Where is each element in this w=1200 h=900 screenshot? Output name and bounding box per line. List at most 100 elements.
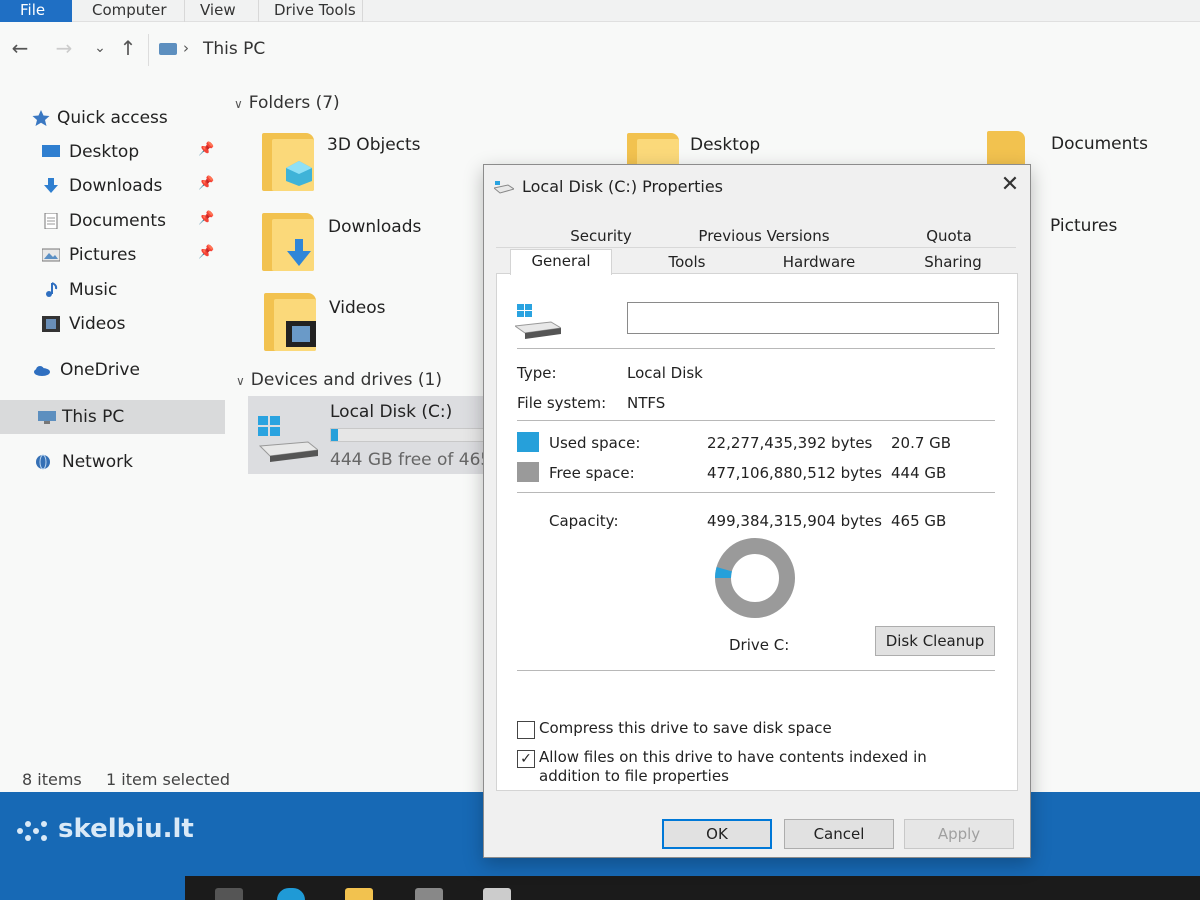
address-box[interactable]: › This PC (148, 34, 1200, 66)
separator (517, 492, 995, 493)
folder-downloads-icon[interactable] (262, 213, 314, 271)
ribbon-tabs: File Computer View Drive Tools (0, 0, 1200, 22)
tab-quota[interactable]: Quota (904, 225, 994, 249)
separator (517, 670, 995, 671)
nav-quick-access[interactable]: Quick access (0, 103, 225, 133)
file-system-label: File system: (517, 394, 607, 412)
dialog-title: Local Disk (C:) Properties (522, 177, 723, 196)
selection-count: 1 item selected (106, 770, 231, 789)
nav-label: Music (69, 280, 118, 300)
navigation-pane: Quick access Desktop 📌 Downloads 📌 Docum… (0, 95, 225, 485)
breadcrumb-this-pc[interactable]: This PC (203, 39, 265, 59)
nav-label: Downloads (69, 176, 163, 196)
compress-checkbox[interactable] (517, 721, 535, 739)
mail-icon[interactable] (483, 888, 511, 900)
pin-icon[interactable]: 📌 (198, 211, 214, 226)
up-arrow-icon[interactable]: ↑ (116, 36, 140, 60)
this-pc-icon (159, 43, 177, 55)
folder-label-3d-objects[interactable]: 3D Objects (327, 135, 421, 155)
tab-security[interactable]: Security (546, 225, 656, 249)
folder-label-documents[interactable]: Documents (1051, 134, 1148, 154)
devices-group-title: Devices and drives (1) (250, 370, 442, 390)
edge-browser-icon[interactable] (277, 888, 305, 900)
file-system-value: NTFS (627, 394, 666, 412)
volume-label-input[interactable] (627, 302, 999, 334)
nav-label: Network (62, 452, 133, 472)
this-pc-icon (38, 411, 56, 424)
donut-free-segment (715, 538, 795, 618)
tab-tools[interactable]: Tools (644, 251, 730, 275)
ribbon-tab-drive-tools[interactable]: Drive Tools (274, 0, 356, 22)
forward-arrow-icon[interactable]: → (52, 36, 76, 60)
free-space-swatch (517, 462, 539, 482)
used-space-bytes: 22,277,435,392 bytes (707, 434, 873, 452)
music-icon (46, 282, 58, 297)
disk-cleanup-button[interactable]: Disk Cleanup (875, 626, 995, 656)
sidebar-item-music[interactable]: Music (0, 275, 225, 305)
watermark-logo (17, 821, 47, 841)
compress-label[interactable]: Compress this drive to save disk space (539, 719, 989, 738)
sidebar-item-videos[interactable]: Videos (0, 309, 225, 339)
hard-drive-icon (515, 304, 561, 339)
status-bar: 8 items 1 item selected (0, 768, 490, 792)
devices-group-header[interactable]: ∨ Devices and drives (1) (236, 370, 442, 390)
sidebar-item-pictures[interactable]: Pictures 📌 (0, 240, 225, 270)
folder-label-downloads[interactable]: Downloads (328, 217, 421, 237)
general-tab-panel: Type: Local Disk File system: NTFS Used … (496, 273, 1018, 791)
film-strip-icon (286, 321, 316, 347)
tab-sharing[interactable]: Sharing (908, 251, 998, 275)
separator (517, 348, 995, 349)
drive-usage-fill (331, 429, 339, 441)
nav-label: Desktop (69, 142, 140, 162)
tab-previous-versions[interactable]: Previous Versions (694, 225, 834, 249)
folder-label-pictures[interactable]: Pictures (1050, 216, 1117, 236)
apply-button[interactable]: Apply (904, 819, 1014, 849)
type-value: Local Disk (627, 364, 703, 382)
pictures-icon (42, 248, 60, 262)
sidebar-item-onedrive[interactable]: OneDrive (0, 355, 225, 385)
watermark-text: skelbiu.lt (58, 814, 194, 844)
sidebar-item-network[interactable]: Network (0, 447, 225, 477)
cancel-button[interactable]: Cancel (784, 819, 894, 849)
index-label[interactable]: Allow files on this drive to have conten… (539, 748, 989, 786)
drive-tile-local-disk-c[interactable]: Local Disk (C:) 444 GB free of 465 G (248, 396, 510, 474)
taskbar (185, 876, 1200, 900)
properties-dialog: Local Disk (C:) Properties ✕ Security Pr… (483, 164, 1031, 858)
nav-label: OneDrive (60, 360, 140, 380)
ok-button[interactable]: OK (662, 819, 772, 849)
ribbon-tab-file[interactable]: File (0, 0, 72, 22)
ribbon-tab-view[interactable]: View (200, 0, 236, 22)
folder-3d-objects-icon[interactable] (262, 133, 314, 191)
sidebar-item-this-pc[interactable]: This PC (0, 400, 225, 434)
capacity-label: Capacity: (549, 512, 619, 530)
close-icon[interactable]: ✕ (994, 171, 1026, 201)
index-checkbox[interactable]: ✓ (517, 750, 535, 768)
pin-icon[interactable]: 📌 (198, 176, 214, 191)
downloads-icon (44, 178, 58, 193)
folders-group-header[interactable]: ∨ Folders (7) (234, 93, 340, 113)
sidebar-item-downloads[interactable]: Downloads 📌 (0, 171, 225, 201)
sidebar-item-desktop[interactable]: Desktop 📌 (0, 137, 225, 167)
folder-label-videos[interactable]: Videos (329, 298, 386, 318)
tab-general[interactable]: General (510, 249, 612, 275)
breadcrumb-chevron-icon[interactable]: › (183, 39, 189, 57)
drive-caption: Drive C: (729, 636, 790, 654)
pin-icon[interactable]: 📌 (198, 142, 214, 157)
task-view-icon[interactable] (215, 888, 243, 900)
store-icon[interactable] (415, 888, 443, 900)
used-space-swatch (517, 432, 539, 452)
sidebar-item-documents[interactable]: Documents 📌 (0, 206, 225, 236)
ribbon-tab-computer[interactable]: Computer (92, 0, 167, 22)
file-explorer-taskbar-icon[interactable] (345, 888, 373, 900)
used-space-gb: 20.7 GB (891, 434, 952, 452)
pin-icon[interactable]: 📌 (198, 245, 214, 260)
folder-videos-icon[interactable] (264, 293, 316, 351)
back-arrow-icon[interactable]: ← (8, 36, 32, 60)
folder-label-desktop[interactable]: Desktop (690, 135, 760, 155)
ribbon-divider (184, 0, 185, 22)
disk-usage-donut (715, 538, 795, 618)
nav-label: Videos (69, 314, 126, 334)
tab-hardware[interactable]: Hardware (774, 251, 864, 275)
star-icon (32, 110, 50, 126)
recent-locations-chevron-icon[interactable]: ⌄ (88, 40, 112, 56)
